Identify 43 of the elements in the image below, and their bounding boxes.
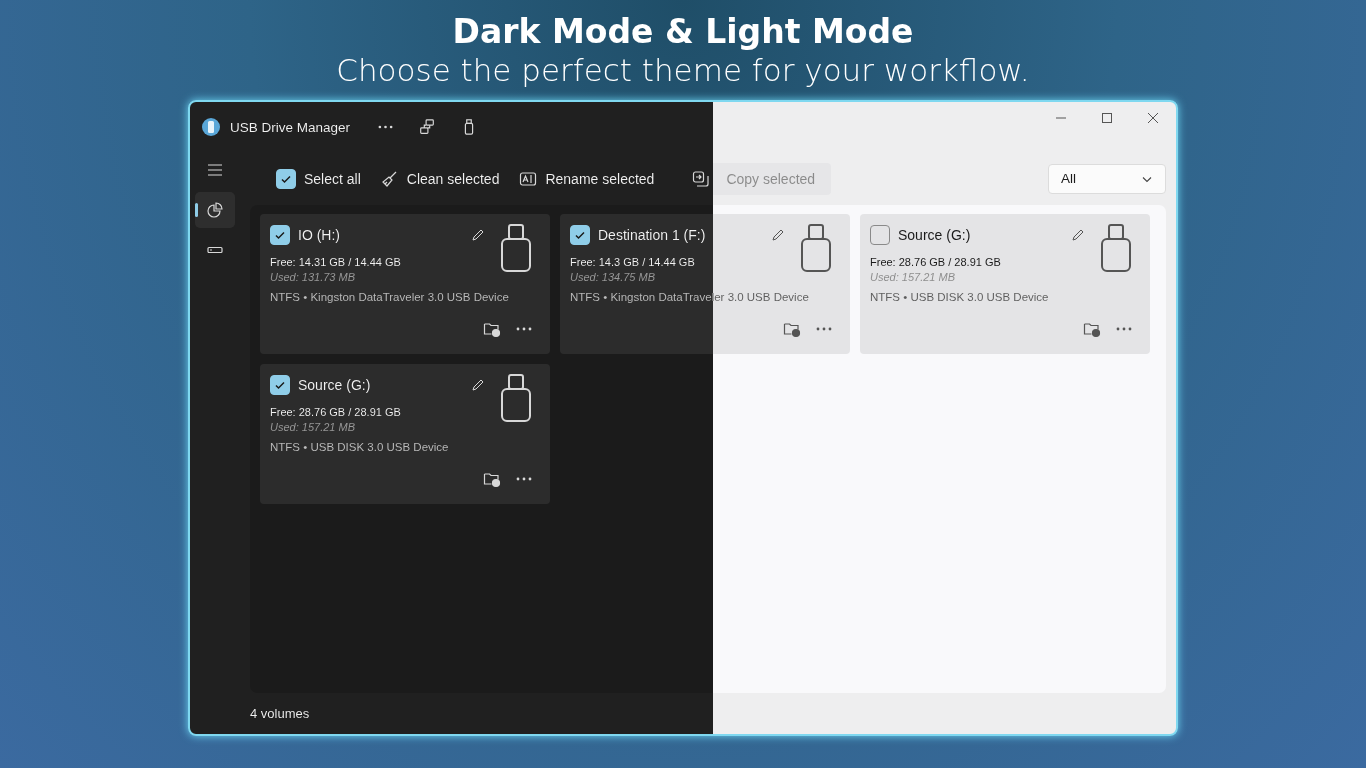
more-icon[interactable]: [816, 327, 832, 331]
open-folder-icon[interactable]: [1083, 320, 1101, 338]
open-folder-icon[interactable]: [483, 470, 501, 488]
checkmark-icon: [274, 379, 286, 391]
more-icon: [377, 125, 393, 129]
menu-icon: [207, 162, 223, 178]
usb-drive-icon: [500, 223, 532, 273]
drive-name: Destination 1 (F:): [598, 227, 706, 243]
drive-checkbox[interactable]: [870, 225, 890, 245]
drive-name: Source (G:): [298, 377, 371, 393]
drive-checkbox[interactable]: [270, 225, 290, 245]
select-all-checkbox[interactable]: Select all: [268, 164, 369, 193]
clean-selected-button[interactable]: Clean selected: [372, 165, 508, 192]
rename-icon[interactable]: [771, 228, 785, 242]
rename-selected-button[interactable]: Rename selected: [511, 165, 663, 192]
network-icon: [418, 118, 437, 136]
usb-drive-icon: [500, 373, 532, 423]
open-folder-icon[interactable]: [783, 320, 801, 338]
pie-chart-icon: [207, 202, 223, 218]
maximize-icon: [1101, 112, 1113, 124]
drive-name: Source (G:): [898, 227, 971, 243]
broom-icon: [380, 169, 399, 188]
app-logo-icon: [201, 117, 221, 137]
usb-drive-icon: [800, 223, 832, 273]
more-icon[interactable]: [516, 477, 532, 481]
drive-checkbox[interactable]: [570, 225, 590, 245]
rename-icon[interactable]: [1071, 228, 1085, 242]
headline: Dark Mode & Light Mode: [451, 12, 915, 52]
drive-checkbox[interactable]: [270, 375, 290, 395]
copy-icon: [692, 169, 711, 188]
close-icon: [1147, 112, 1159, 124]
drive-name: IO (H:): [298, 227, 340, 243]
rename-icon: [519, 169, 538, 188]
more-icon[interactable]: [516, 327, 532, 331]
subtitle: Choose the perfect theme for your workflow.: [335, 52, 1031, 88]
filter-dropdown[interactable]: All: [1048, 163, 1166, 194]
dashboard-nav-button[interactable]: [195, 192, 235, 228]
checkmark-icon: [274, 229, 286, 241]
volume-count: 4 volumes: [250, 706, 310, 721]
checkmark-icon: [574, 229, 586, 241]
usb-drive-icon: [1100, 223, 1132, 273]
open-folder-icon[interactable]: [483, 320, 501, 338]
more-icon[interactable]: [1116, 327, 1132, 331]
